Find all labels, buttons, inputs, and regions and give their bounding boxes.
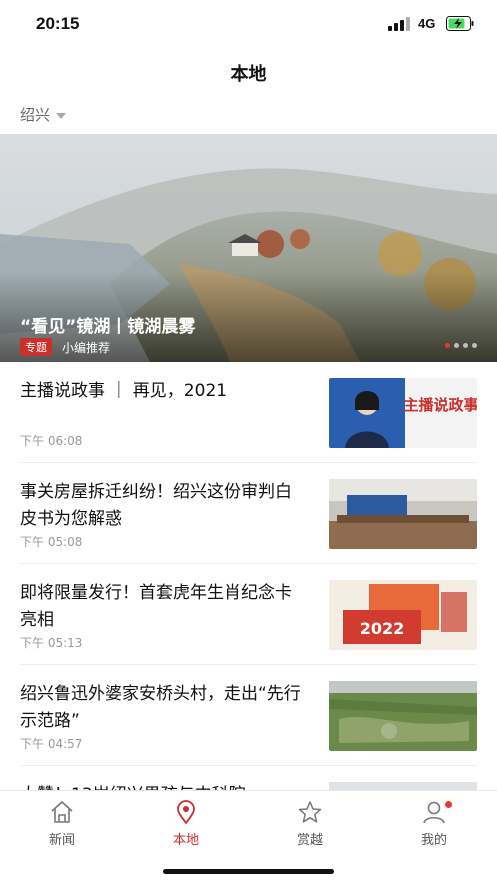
news-thumbnail: 2022	[329, 580, 477, 650]
carousel-dot	[472, 343, 477, 348]
bottom-tab-bar: 新闻 本地 赏越 我的	[0, 790, 497, 883]
editor-pick-label: 小编推荐	[62, 340, 111, 355]
news-thumbnail: 主播说政事	[329, 378, 477, 448]
banner-title: “看见”镜湖丨镜湖晨雾	[20, 317, 196, 337]
news-list: 主播说政事 ｜ 再见，2021 下午 06:08 主播说政事 事关房屋拆迁纠纷！…	[20, 362, 477, 766]
tab-local[interactable]: 本地	[146, 799, 226, 848]
tab-label: 本地	[172, 833, 199, 848]
tab-appreciate[interactable]: 赏越	[270, 799, 350, 848]
city-label: 绍兴	[20, 106, 51, 124]
topic-tag: 专题	[20, 338, 52, 356]
news-item[interactable]: 即将限量发行！首套虎年生肖纪念卡亮相 下午 05:13 2022	[20, 564, 477, 665]
tab-label: 新闻	[48, 833, 75, 848]
home-indicator	[163, 869, 334, 874]
tab-label: 我的	[420, 833, 447, 848]
carousel-dot	[463, 343, 468, 348]
carousel-dot	[445, 343, 450, 348]
news-time: 下午 04:57	[20, 737, 83, 751]
tab-news[interactable]: 新闻	[22, 799, 102, 848]
star-icon	[298, 801, 322, 823]
status-bar: 20:15 4G	[0, 0, 497, 50]
caret-down-icon	[56, 112, 67, 119]
news-title: 即将限量发行！首套虎年生肖纪念卡亮相	[20, 583, 292, 630]
news-time: 下午 06:08	[20, 434, 83, 448]
news-item[interactable]: 主播说政事 ｜ 再见，2021 下午 06:08 主播说政事	[20, 362, 477, 463]
news-thumbnail	[329, 479, 477, 549]
banner-carousel[interactable]: “看见”镜湖丨镜湖晨雾 专题 小编推荐	[0, 134, 497, 362]
news-item[interactable]: 绍兴鲁迅外婆家安桥头村，走出“先行示范路” 下午 04:57	[20, 665, 477, 766]
news-item[interactable]: 事关房屋拆迁纠纷！绍兴这份审判白皮书为您解惑 下午 05:08	[20, 463, 477, 564]
thumbnail-text: 主播说政事	[403, 396, 477, 414]
home-icon	[51, 801, 73, 823]
page-title: 本地	[230, 64, 267, 85]
news-time: 下午 05:08	[20, 535, 83, 549]
status-time: 20:15	[36, 14, 80, 33]
tab-label: 赏越	[296, 833, 323, 848]
battery-charging-icon	[446, 16, 474, 31]
user-icon	[423, 801, 445, 824]
news-thumbnail	[329, 681, 477, 751]
notification-badge	[445, 801, 452, 808]
news-time: 下午 05:13	[20, 636, 83, 650]
carousel-indicator	[445, 343, 477, 348]
signal-icon	[388, 17, 412, 31]
thumbnail-text: 2022	[360, 619, 405, 638]
news-title: 主播说政事 ｜ 再见，2021	[20, 381, 228, 401]
carousel-dot	[454, 343, 459, 348]
news-title: 绍兴鲁迅外婆家安桥头村，走出“先行示范路”	[20, 684, 301, 731]
news-title: 事关房屋拆迁纠纷！绍兴这份审判白皮书为您解惑	[20, 482, 292, 529]
tab-profile[interactable]: 我的	[394, 799, 474, 848]
network-label: 4G	[418, 16, 436, 31]
location-pin-icon	[177, 800, 195, 825]
banner-meta: 专题 小编推荐	[20, 338, 110, 356]
city-selector[interactable]: 绍兴	[20, 104, 67, 125]
